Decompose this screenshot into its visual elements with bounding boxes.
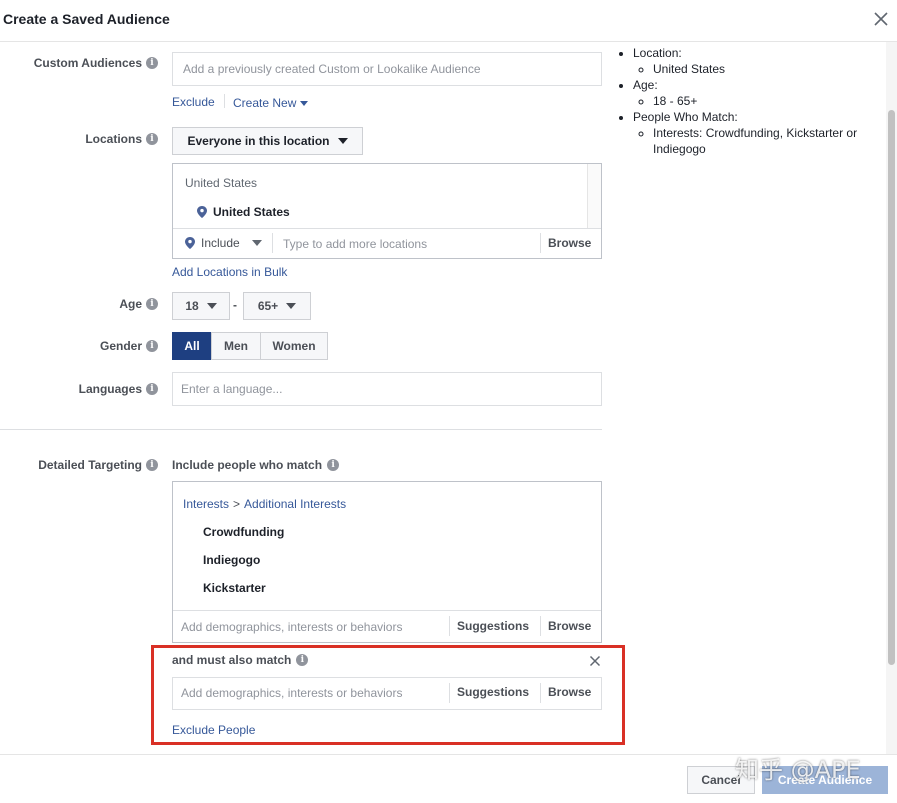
breadcrumb: Interests > Additional Interests (183, 497, 346, 511)
languages-label: Languages (78, 382, 142, 396)
gender-men-button[interactable]: Men (211, 332, 261, 360)
summary-age-label: Age: (633, 78, 658, 92)
must-suggestions-button[interactable]: Suggestions (457, 685, 529, 699)
exclude-people-link[interactable]: Exclude People (172, 723, 255, 737)
gender-label-row: Gender i (0, 339, 158, 353)
breadcrumb-separator: > (233, 497, 241, 511)
locations-label-row: Locations i (0, 132, 158, 146)
include-match-title-row: Include people who match i (172, 458, 340, 472)
info-icon[interactable]: i (146, 459, 158, 471)
summary-match-label: People Who Match: (633, 110, 738, 124)
summary-match-value: Interests: Crowdfunding, Kickstarter or … (653, 125, 879, 157)
divider (540, 616, 541, 636)
must-match-title: and must also match (172, 653, 292, 667)
detailed-targeting-label-row: Detailed Targeting i (0, 458, 158, 472)
must-match-search-input[interactable]: Add demographics, interests or behaviors (181, 686, 402, 700)
must-match-title-row: and must also match i (172, 653, 309, 667)
exclude-link[interactable]: Exclude (172, 95, 215, 109)
divider (224, 94, 225, 108)
chevron-down-icon (286, 303, 297, 309)
custom-audiences-label-row: Custom Audiences i (0, 56, 158, 70)
age-dash: - (233, 298, 237, 312)
info-icon[interactable]: i (146, 133, 158, 145)
divider (540, 233, 541, 253)
summary-age-value: 18 - 65+ (653, 93, 879, 109)
custom-audiences-input[interactable]: Add a previously created Custom or Looka… (172, 52, 602, 86)
section-divider (0, 429, 602, 430)
audience-summary: Location: United States Age: 18 - 65+ Pe… (617, 45, 879, 157)
summary-location: Location: United States (633, 45, 879, 77)
watermark: 知乎 @APE (735, 756, 861, 784)
info-icon[interactable]: i (146, 340, 158, 352)
close-icon[interactable] (587, 653, 603, 669)
breadcrumb-interests[interactable]: Interests (183, 497, 229, 511)
interest-item[interactable]: Indiegogo (203, 553, 260, 567)
include-dropdown[interactable]: Include (185, 236, 262, 250)
gender-label: Gender (99, 339, 142, 353)
age-label-row: Age i (0, 297, 158, 311)
must-browse-button[interactable]: Browse (548, 685, 591, 699)
detailed-targeting-label: Detailed Targeting (38, 458, 142, 472)
targeting-search-input[interactable]: Add demographics, interests or behaviors (181, 620, 402, 634)
include-match-title: Include people who match (172, 458, 323, 472)
targeting-browse-button[interactable]: Browse (548, 619, 591, 633)
chevron-down-icon (251, 240, 262, 246)
age-max-value: 65+ (257, 299, 279, 313)
languages-label-row: Languages i (0, 382, 158, 396)
location-pin-icon (197, 206, 207, 218)
locations-scrollbar[interactable] (587, 164, 601, 228)
selected-location: United States (197, 205, 290, 219)
locations-browse-button[interactable]: Browse (548, 236, 591, 250)
close-icon[interactable] (870, 8, 892, 30)
divider (272, 233, 273, 253)
chevron-down-icon (206, 303, 217, 309)
chevron-down-icon (337, 138, 348, 144)
location-search-input[interactable]: Type to add more locations (283, 237, 427, 251)
create-new-link[interactable]: Create New (233, 96, 309, 110)
divider (449, 616, 450, 636)
age-label: Age (119, 297, 142, 311)
info-icon[interactable]: i (327, 459, 340, 471)
dialog-title: Create a Saved Audience (3, 11, 170, 27)
custom-audiences-placeholder: Add a previously created Custom or Looka… (183, 62, 481, 76)
divider (449, 683, 450, 703)
location-type-label: Everyone in this location (187, 134, 330, 148)
breadcrumb-additional-interests[interactable]: Additional Interests (244, 497, 346, 511)
custom-audiences-label: Custom Audiences (33, 56, 142, 70)
suggestions-button[interactable]: Suggestions (457, 619, 529, 633)
info-icon[interactable]: i (146, 298, 158, 310)
location-type-dropdown[interactable]: Everyone in this location (172, 127, 363, 155)
include-label: Include (201, 236, 240, 250)
summary-age: Age: 18 - 65+ (633, 77, 879, 109)
divider (173, 610, 601, 611)
location-pin-icon (185, 237, 195, 249)
interest-item[interactable]: Kickstarter (203, 581, 266, 595)
age-max-dropdown[interactable]: 65+ (243, 292, 311, 320)
dialog-scrollbar-thumb[interactable] (888, 110, 895, 665)
summary-location-value: United States (653, 61, 879, 77)
info-icon[interactable]: i (146, 57, 158, 69)
gender-all-button[interactable]: All (172, 332, 212, 360)
age-min-value: 18 (185, 299, 199, 313)
location-group-title: United States (185, 176, 258, 190)
interest-item[interactable]: Crowdfunding (203, 525, 284, 539)
gender-women-button[interactable]: Women (260, 332, 328, 360)
create-new-label: Create New (233, 96, 297, 110)
add-locations-bulk-link[interactable]: Add Locations in Bulk (172, 265, 287, 279)
divider (173, 228, 601, 229)
info-icon[interactable]: i (296, 654, 309, 666)
selected-location-label: United States (213, 205, 290, 219)
summary-location-label: Location: (633, 46, 682, 60)
info-icon[interactable]: i (146, 383, 158, 395)
chevron-down-icon (300, 100, 309, 106)
age-min-dropdown[interactable]: 18 (172, 292, 230, 320)
locations-label: Locations (85, 132, 142, 146)
summary-match: People Who Match: Interests: Crowdfundin… (633, 109, 879, 157)
languages-placeholder: Enter a language... (181, 382, 283, 396)
divider (540, 683, 541, 703)
languages-input[interactable]: Enter a language... (172, 372, 602, 406)
